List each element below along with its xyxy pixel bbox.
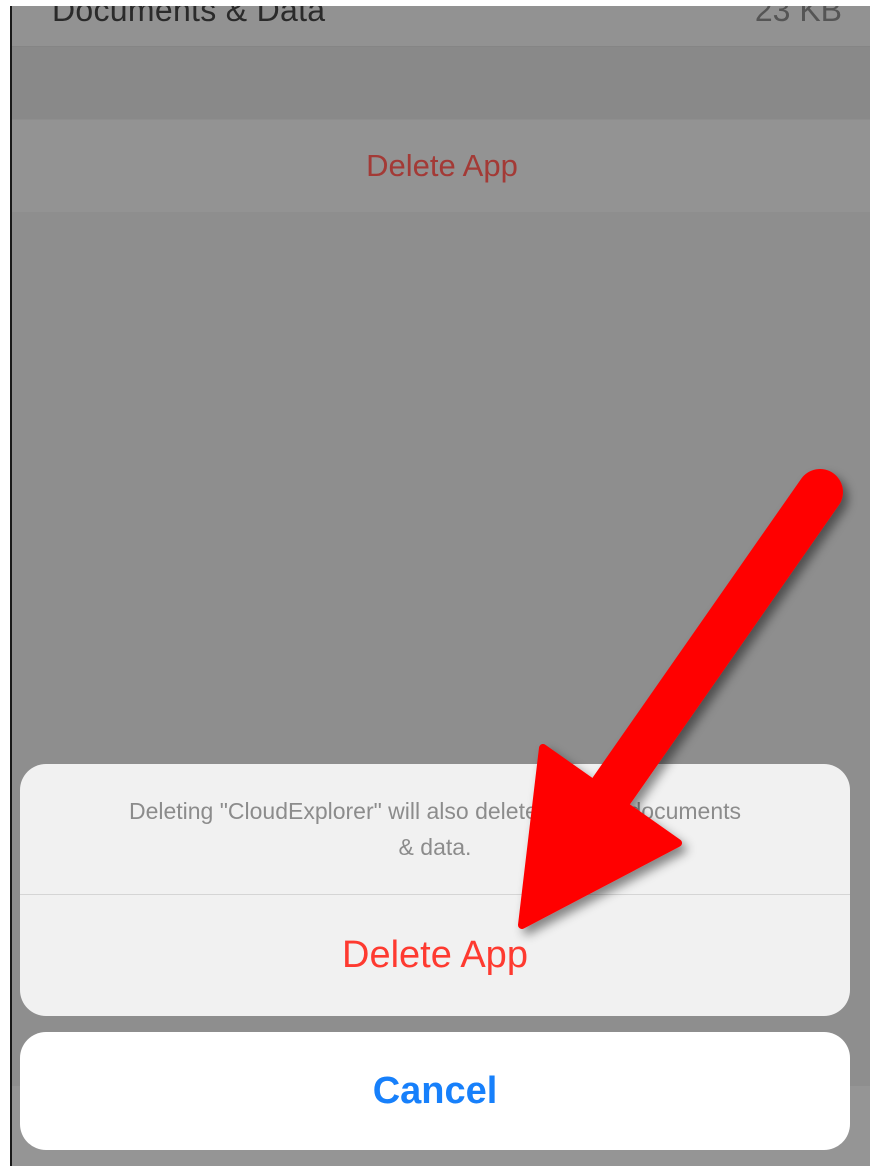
- cancel-button[interactable]: Cancel: [20, 1032, 850, 1150]
- delete-app-button[interactable]: Delete App: [20, 895, 850, 1016]
- documents-data-size: 23 KB: [754, 6, 842, 28]
- delete-app-row-label: Delete App: [366, 148, 518, 183]
- documents-data-label: Documents & Data: [52, 6, 326, 28]
- documents-data-row[interactable]: Documents & Data 23 KB: [12, 6, 870, 47]
- delete-app-row[interactable]: Delete App: [12, 120, 870, 212]
- action-sheet: Deleting "CloudExplorer" will also delet…: [20, 764, 850, 1016]
- section-gap: [12, 47, 870, 119]
- action-sheet-message: Deleting "CloudExplorer" will also delet…: [128, 798, 742, 860]
